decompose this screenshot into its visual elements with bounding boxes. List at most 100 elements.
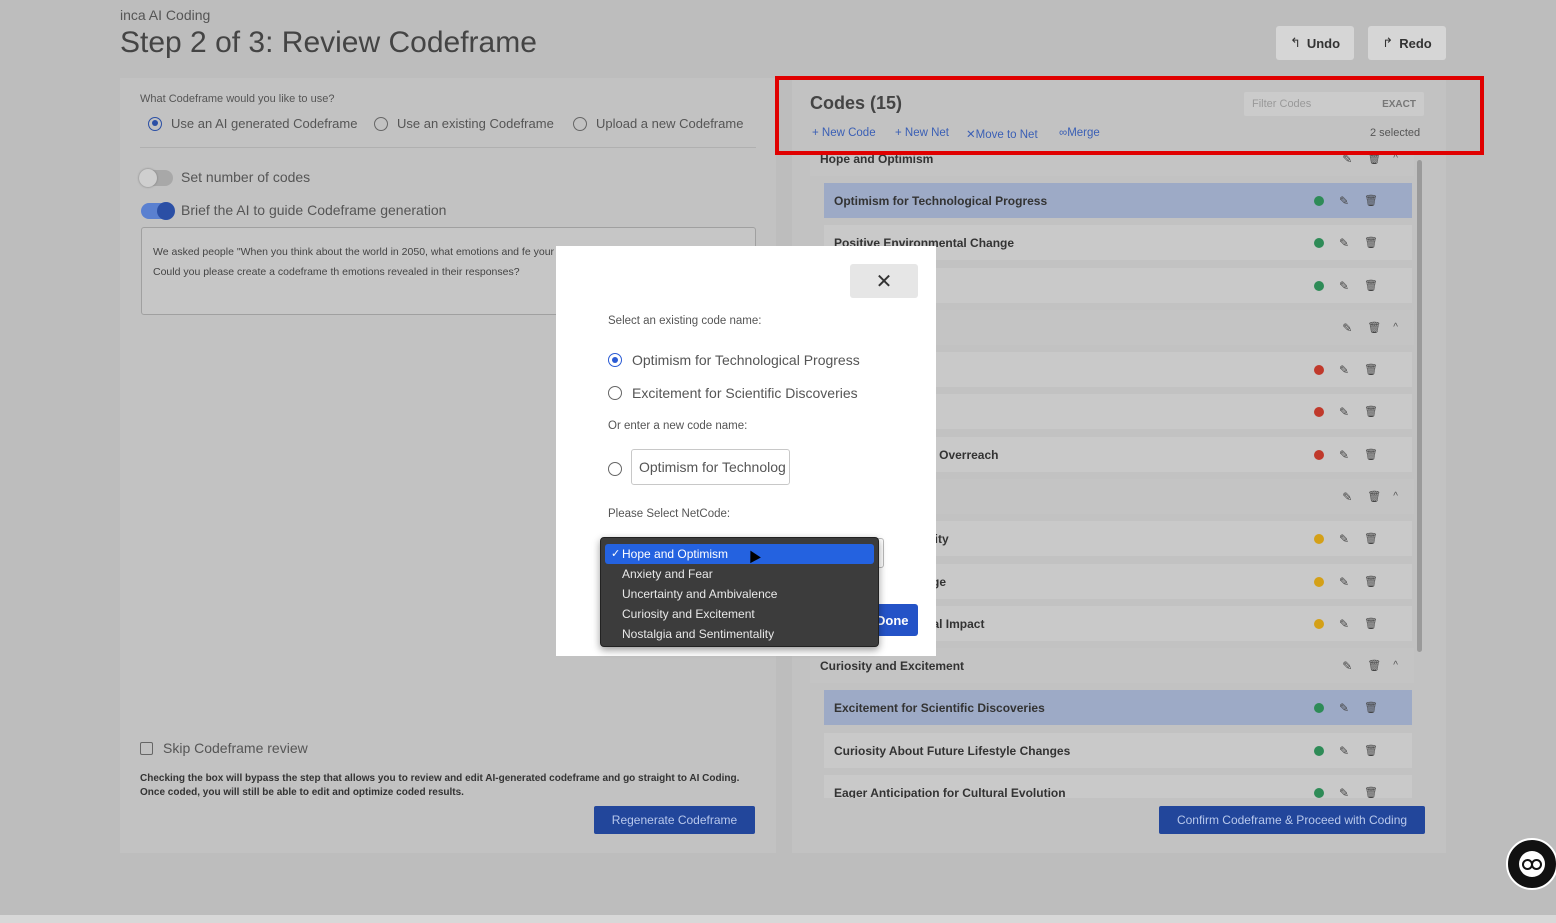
trash-icon[interactable]: 🗑 [1364,575,1378,588]
radio-dot [608,353,622,367]
set-codes-label: Set number of codes [181,169,311,185]
edit-icon[interactable]: ✎ [1338,279,1350,293]
netcode-option-uncertainty[interactable]: Uncertainty and Ambivalence [601,584,878,604]
highlight-annotation [775,76,1484,155]
color-dot-icon[interactable] [1314,576,1324,587]
edit-icon[interactable]: ✎ [1341,490,1353,504]
edit-icon[interactable]: ✎ [1338,617,1350,631]
redo-label: Redo [1399,35,1432,51]
edit-icon[interactable]: ✎ [1338,575,1350,589]
color-dot-icon[interactable] [1314,449,1324,460]
trash-icon[interactable]: 🗑 [1364,617,1378,630]
code-list-scrollbar[interactable] [1417,160,1422,652]
edit-icon[interactable]: ✎ [1338,532,1350,546]
radio-dot [608,462,622,476]
trash-icon[interactable]: 🗑 [1364,194,1378,207]
app-name: inca AI Coding [120,7,211,23]
radio-existing-code-1[interactable]: Optimism for Technological Progress [608,352,860,368]
skip-review-checkbox[interactable]: Skip Codeframe review [140,740,308,756]
radio-existing[interactable]: Use an existing Codeframe [374,116,554,131]
code-label: Optimism for Technological Progress [834,193,1048,208]
row-actions: ✎ 🗑 [1314,521,1378,556]
trash-icon[interactable]: 🗑 [1364,701,1378,714]
code-label: Curiosity About Future Lifestyle Changes [834,743,1071,758]
trash-icon[interactable]: 🗑 [1367,659,1381,672]
trash-icon[interactable]: 🗑 [1364,236,1378,249]
netcode-option-nostalgia[interactable]: Nostalgia and Sentimentality [601,624,878,644]
code-row[interactable]: Eager Anticipation for Cultural Evolutio… [824,775,1412,798]
row-actions: ✎ 🗑 [1314,733,1378,768]
trash-icon[interactable]: 🗑 [1364,532,1378,545]
edit-icon[interactable]: ✎ [1338,448,1350,462]
row-actions: ✎ 🗑 ^ [1341,310,1398,345]
color-dot-icon[interactable] [1314,364,1324,375]
collapse-icon[interactable]: ^ [1393,660,1398,671]
skip-review-note: Checking the box will bypass the step th… [140,773,740,798]
edit-icon[interactable]: ✎ [1338,701,1350,715]
trash-icon[interactable]: 🗑 [1364,786,1378,798]
color-dot-icon[interactable] [1314,533,1324,544]
edit-icon[interactable]: ✎ [1338,236,1350,250]
radio-label: Excitement for Scientific Discoveries [632,385,858,401]
collapse-icon[interactable]: ^ [1393,322,1398,333]
regenerate-button[interactable]: Regenerate Codeframe [594,806,755,834]
trash-icon[interactable]: 🗑 [1364,279,1378,292]
radio-dot [573,116,587,131]
radio-upload[interactable]: Upload a new Codeframe [573,116,743,131]
color-dot-icon[interactable] [1314,195,1324,206]
page-title: Step 2 of 3: Review Codeframe [120,26,537,59]
color-dot-icon[interactable] [1314,280,1324,291]
radio-dot [148,116,162,131]
new-name-label: Or enter a new code name: [608,420,748,432]
select-existing-label: Select an existing code name: [608,315,762,327]
radio-existing-code-2[interactable]: Excitement for Scientific Discoveries [608,385,858,401]
assistant-avatar-icon[interactable] [1506,838,1556,890]
netcode-option-hope[interactable]: ✓ Hope and Optimism [605,544,874,564]
trash-icon[interactable]: 🗑 [1367,490,1381,503]
new-code-name-input[interactable]: Optimism for Technolog [631,449,790,485]
brief-ai-toggle[interactable] [141,202,175,220]
trash-icon[interactable]: 🗑 [1364,744,1378,757]
edit-icon[interactable]: ✎ [1341,659,1353,673]
edit-icon[interactable]: ✎ [1338,405,1350,419]
color-dot-icon[interactable] [1314,787,1324,798]
netcode-option-anxiety[interactable]: Anxiety and Fear [601,564,878,584]
netcode-option-curiosity[interactable]: Curiosity and Excitement [601,604,878,624]
confirm-proceed-button[interactable]: Confirm Codeframe & Proceed with Coding [1159,806,1425,834]
edit-icon[interactable]: ✎ [1338,363,1350,377]
collapse-icon[interactable]: ^ [1393,491,1398,502]
edit-icon[interactable]: ✎ [1338,194,1350,208]
check-icon: ✓ [611,548,621,560]
edit-icon[interactable]: ✎ [1338,786,1350,799]
set-codes-toggle[interactable] [139,169,173,187]
color-dot-icon[interactable] [1314,745,1324,756]
row-actions: ✎ 🗑 ^ [1341,479,1398,514]
edit-icon[interactable]: ✎ [1338,744,1350,758]
option-label: Hope and Optimism [622,547,729,561]
code-row[interactable]: Excitement for Scientific Discoveries ✎ 🗑 [824,690,1412,725]
color-dot-icon[interactable] [1314,406,1324,417]
undo-label: Undo [1306,35,1341,51]
close-button[interactable]: ✕ [850,264,918,298]
trash-icon[interactable]: 🗑 [1364,405,1378,418]
radio-new-code[interactable] [608,462,622,476]
trash-icon[interactable]: 🗑 [1367,321,1381,334]
net-label: Curiosity and Excitement [820,658,965,673]
trash-icon[interactable]: 🗑 [1364,363,1378,376]
code-label: Excitement for Scientific Discoveries [834,700,1045,715]
trash-icon[interactable]: 🗑 [1364,448,1378,461]
row-actions: ✎ 🗑 [1314,394,1378,429]
code-row[interactable]: Optimism for Technological Progress ✎ 🗑 [824,183,1412,218]
row-actions: ✎ 🗑 [1314,775,1378,799]
divider [140,147,756,148]
row-actions: ✎ 🗑 [1314,352,1378,387]
color-dot-icon[interactable] [1314,702,1324,713]
code-row[interactable]: Curiosity About Future Lifestyle Changes… [824,733,1412,768]
checkbox-box [140,741,153,755]
undo-button[interactable]: ↰ Undo [1276,26,1354,60]
color-dot-icon[interactable] [1314,618,1324,629]
edit-icon[interactable]: ✎ [1341,321,1353,335]
radio-ai-generated[interactable]: Use an AI generated Codeframe [148,116,357,131]
color-dot-icon[interactable] [1314,237,1324,248]
redo-button[interactable]: ↱ Redo [1368,26,1446,60]
